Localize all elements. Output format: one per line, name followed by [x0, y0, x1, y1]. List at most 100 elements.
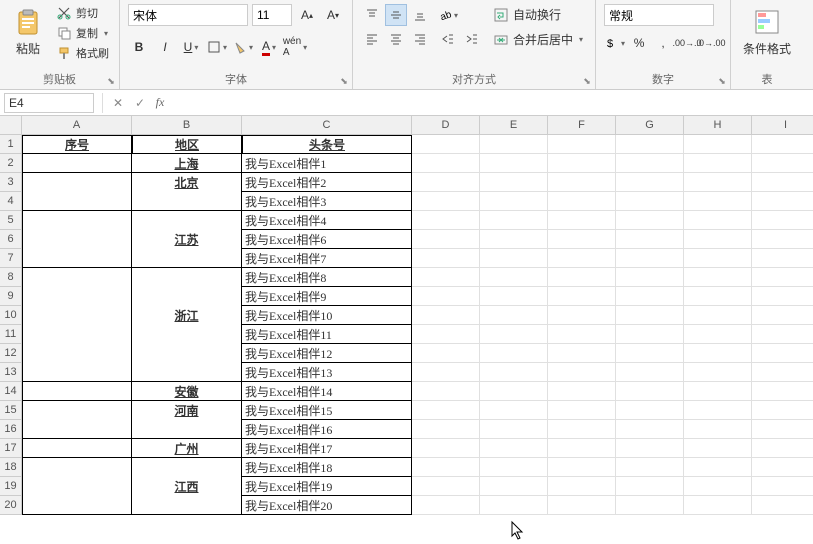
cell[interactable]	[412, 382, 480, 401]
cell[interactable]	[684, 154, 752, 173]
align-top-button[interactable]	[361, 4, 383, 26]
align-right-button[interactable]	[409, 28, 431, 50]
currency-button[interactable]: $	[604, 32, 626, 54]
decrease-decimal-button[interactable]: .0→.00	[700, 32, 722, 54]
cell[interactable]	[480, 325, 548, 344]
fill-color-button[interactable]	[232, 36, 254, 58]
cell[interactable]	[684, 230, 752, 249]
row-header[interactable]: 5	[0, 211, 22, 230]
cell[interactable]: 我与Excel相伴17	[242, 439, 412, 458]
cell[interactable]	[480, 401, 548, 420]
cell[interactable]	[616, 325, 684, 344]
cell[interactable]	[684, 173, 752, 192]
cell[interactable]: 江西	[132, 477, 242, 496]
cell[interactable]	[480, 249, 548, 268]
cell[interactable]	[22, 268, 132, 287]
cell[interactable]	[22, 211, 132, 230]
cell[interactable]	[616, 420, 684, 439]
cell[interactable]	[412, 420, 480, 439]
col-header[interactable]: B	[132, 116, 242, 135]
cell[interactable]	[616, 363, 684, 382]
cell[interactable]	[132, 496, 242, 515]
cell[interactable]: 我与Excel相伴11	[242, 325, 412, 344]
increase-font-button[interactable]: A▴	[296, 4, 318, 26]
cell[interactable]	[548, 477, 616, 496]
cell[interactable]: 我与Excel相伴3	[242, 192, 412, 211]
cut-button[interactable]: 剪切	[54, 4, 111, 22]
cell[interactable]	[480, 420, 548, 439]
cell[interactable]	[22, 192, 132, 211]
cell[interactable]	[22, 344, 132, 363]
cell[interactable]	[22, 363, 132, 382]
cell[interactable]: 我与Excel相伴9	[242, 287, 412, 306]
cell[interactable]	[480, 192, 548, 211]
row-header[interactable]: 10	[0, 306, 22, 325]
cell[interactable]	[752, 173, 813, 192]
cell[interactable]: 安徽	[132, 382, 242, 401]
cell[interactable]	[548, 249, 616, 268]
col-header[interactable]: C	[242, 116, 412, 135]
cell[interactable]	[752, 211, 813, 230]
cell[interactable]	[22, 230, 132, 249]
cell[interactable]	[752, 268, 813, 287]
increase-indent-button[interactable]	[461, 28, 483, 50]
row-header[interactable]: 2	[0, 154, 22, 173]
cell[interactable]	[548, 382, 616, 401]
cell[interactable]	[548, 401, 616, 420]
align-middle-button[interactable]	[385, 4, 407, 26]
cell[interactable]	[616, 306, 684, 325]
cancel-formula-button[interactable]: ✕	[107, 93, 129, 113]
row-header[interactable]: 20	[0, 496, 22, 515]
format-painter-button[interactable]: 格式刷	[54, 44, 111, 62]
cell[interactable]	[616, 192, 684, 211]
cell[interactable]: 河南	[132, 401, 242, 420]
cell[interactable]	[616, 211, 684, 230]
cell[interactable]	[616, 268, 684, 287]
decrease-indent-button[interactable]	[437, 28, 459, 50]
cell[interactable]: 我与Excel相伴6	[242, 230, 412, 249]
cell[interactable]	[480, 477, 548, 496]
font-color-button[interactable]: A	[258, 36, 280, 58]
decrease-font-button[interactable]: A▾	[322, 4, 344, 26]
cell[interactable]	[684, 458, 752, 477]
cell[interactable]: 我与Excel相伴15	[242, 401, 412, 420]
cell[interactable]	[412, 325, 480, 344]
cell[interactable]	[412, 154, 480, 173]
merge-center-button[interactable]: 合并后居中	[489, 29, 587, 50]
cell[interactable]	[480, 154, 548, 173]
cell[interactable]	[412, 135, 480, 154]
col-header[interactable]: D	[412, 116, 480, 135]
col-header[interactable]: E	[480, 116, 548, 135]
cell[interactable]	[22, 477, 132, 496]
cell[interactable]	[684, 363, 752, 382]
cell[interactable]	[548, 268, 616, 287]
cell[interactable]	[480, 211, 548, 230]
cell[interactable]: 头条号	[242, 135, 412, 154]
cell[interactable]	[132, 192, 242, 211]
cell[interactable]	[480, 439, 548, 458]
cell[interactable]	[616, 287, 684, 306]
row-header[interactable]: 6	[0, 230, 22, 249]
cell[interactable]	[752, 382, 813, 401]
increase-decimal-button[interactable]: .00→.0	[676, 32, 698, 54]
cell[interactable]	[132, 287, 242, 306]
cell[interactable]: 我与Excel相伴18	[242, 458, 412, 477]
cell[interactable]	[548, 173, 616, 192]
fx-button[interactable]: fx	[151, 93, 173, 113]
cell[interactable]	[22, 154, 132, 173]
cell[interactable]	[752, 325, 813, 344]
font-expand-icon[interactable]: ⬊	[338, 75, 350, 87]
cell[interactable]	[752, 420, 813, 439]
cell[interactable]	[752, 401, 813, 420]
cell[interactable]	[22, 249, 132, 268]
phonetic-button[interactable]: wénA	[284, 36, 306, 58]
cell[interactable]	[752, 458, 813, 477]
row-header[interactable]: 16	[0, 420, 22, 439]
col-header[interactable]: A	[22, 116, 132, 135]
cell[interactable]: 地区	[132, 135, 242, 154]
cell[interactable]	[752, 192, 813, 211]
font-name-select[interactable]	[128, 4, 248, 26]
cell[interactable]	[684, 268, 752, 287]
cell[interactable]	[616, 458, 684, 477]
cell[interactable]	[480, 496, 548, 515]
